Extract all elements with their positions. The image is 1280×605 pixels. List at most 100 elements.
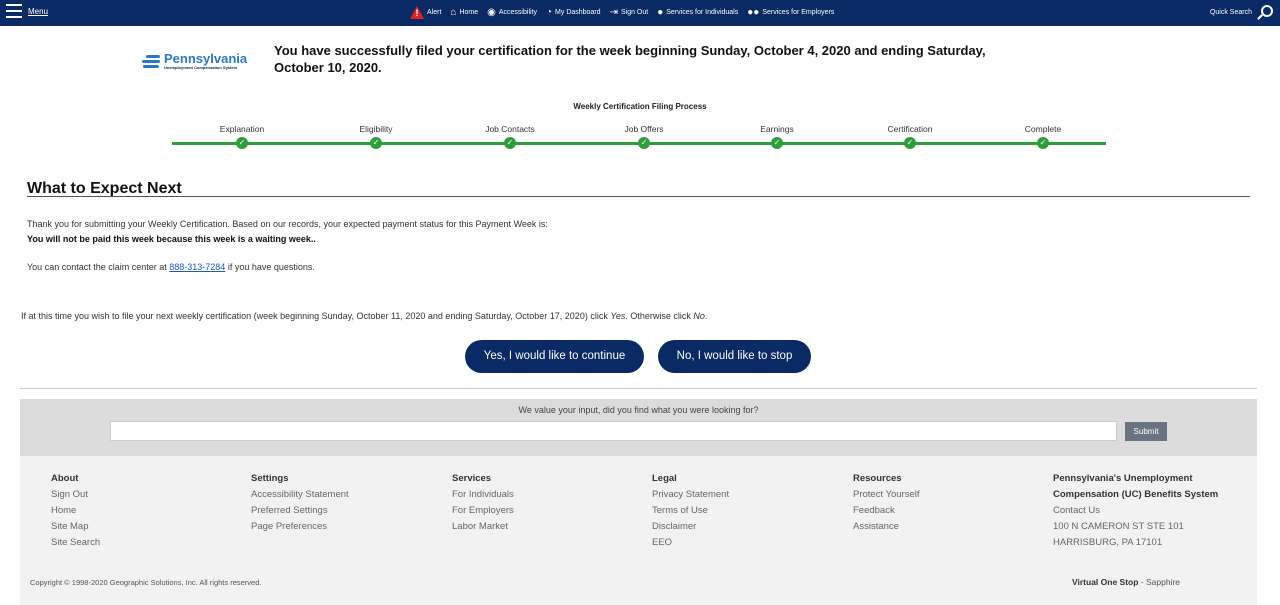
search-icon bbox=[1258, 5, 1273, 19]
footer-link-site-map[interactable]: Site Map bbox=[51, 519, 100, 535]
nav-home[interactable]: ⌂ Home bbox=[450, 6, 478, 18]
footer-address-city: HARRISBURG, PA 17101 bbox=[1053, 537, 1163, 548]
footer-link-employers[interactable]: For Employers bbox=[452, 503, 514, 519]
check-icon: ✓ bbox=[638, 137, 650, 149]
footer-address-street: 100 N CAMERON ST STE 101 bbox=[1053, 521, 1184, 532]
nav-individuals-label: Services for Individuals bbox=[666, 9, 739, 16]
footer-link-individuals[interactable]: For Individuals bbox=[452, 487, 514, 503]
footer-system: Pennsylvania's Unemployment Compensation… bbox=[1053, 471, 1225, 551]
submit-button[interactable]: Submit bbox=[1125, 422, 1167, 441]
continue-button[interactable]: Yes, I would like to continue bbox=[465, 340, 644, 373]
progress-step-label: Job Contacts bbox=[485, 124, 535, 134]
progress-step-label: Explanation bbox=[219, 124, 265, 134]
check-icon: ✓ bbox=[504, 137, 516, 149]
accessibility-icon: ◉ bbox=[487, 6, 496, 18]
footer-heading: Settings bbox=[251, 473, 289, 484]
nav-accessibility[interactable]: ◉ Accessibility bbox=[487, 6, 537, 18]
footer-link-preferred-settings[interactable]: Preferred Settings bbox=[251, 503, 349, 519]
progress-step-label: Earnings bbox=[760, 124, 794, 134]
footer-link-contact-us[interactable]: Contact Us bbox=[1053, 503, 1225, 519]
quick-search-label: Quick Search bbox=[1209, 8, 1252, 16]
nav-individuals[interactable]: ● Services for Individuals bbox=[657, 6, 739, 18]
process-title: Weekly Certification Filing Process bbox=[573, 102, 707, 111]
progress-step-label: Eligibility bbox=[359, 124, 393, 134]
person-icon: ● bbox=[657, 6, 664, 18]
copyright: Copyright © 1998-2020 Geographic Solutio… bbox=[30, 578, 262, 587]
nav-alert[interactable]: ! Alert bbox=[410, 6, 441, 19]
footer-services: Services For Individuals For Employers L… bbox=[452, 471, 514, 535]
footer-settings: Settings Accessibility Statement Preferr… bbox=[251, 471, 349, 535]
footer-heading: Resources bbox=[853, 473, 902, 484]
check-icon: ✓ bbox=[1037, 137, 1049, 149]
nav-dashboard[interactable]: ◔ My Dashboard bbox=[546, 7, 601, 18]
footer-link-labor-market[interactable]: Labor Market bbox=[452, 519, 514, 535]
footer-link-privacy[interactable]: Privacy Statement bbox=[652, 487, 729, 503]
contact-text: You can contact the claim center at 888-… bbox=[27, 262, 315, 272]
nav-employers[interactable]: ●● Services for Employers bbox=[747, 6, 835, 18]
next-pre: If at this time you wish to file your ne… bbox=[21, 311, 611, 321]
feedback-bar: We value your input, did you find what y… bbox=[20, 399, 1257, 456]
page-title: You have successfully filed your certifi… bbox=[274, 43, 986, 75]
nav-sign-out[interactable]: ⇥ Sign Out bbox=[609, 6, 649, 18]
quick-search[interactable]: Quick Search bbox=[1209, 5, 1273, 19]
footer-legal: Legal Privacy Statement Terms of Use Dis… bbox=[652, 471, 729, 551]
logo-subtitle: Unemployment Compensation System bbox=[164, 65, 238, 70]
footer-heading: Pennsylvania's Unemployment Compensation… bbox=[1053, 473, 1219, 500]
virtual-one-stop-brand: Virtual One Stop - Sapphire bbox=[1072, 577, 1180, 587]
top-nav-bar: Menu ! Alert ⌂ Home ◉ Accessibility ◔ My… bbox=[0, 0, 1280, 26]
payment-status: You will not be paid this week because t… bbox=[27, 234, 316, 244]
footer-link-accessibility[interactable]: Accessibility Statement bbox=[251, 487, 349, 503]
pennsylvania-logo[interactable]: Pennsylvania Unemployment Compensation S… bbox=[142, 52, 247, 71]
footer-link-feedback[interactable]: Feedback bbox=[853, 503, 920, 519]
progress-step-label: Job Offers bbox=[624, 124, 664, 134]
stop-button[interactable]: No, I would like to stop bbox=[658, 340, 811, 373]
feedback-input[interactable] bbox=[110, 421, 1117, 441]
footer-heading: About bbox=[51, 473, 79, 484]
progress-step-label: Certification bbox=[887, 124, 933, 134]
check-icon: ✓ bbox=[771, 137, 783, 149]
no-word: No bbox=[693, 311, 705, 321]
progress-step-label: Complete bbox=[1024, 124, 1062, 134]
content-divider bbox=[20, 388, 1257, 389]
logo-name: Pennsylvania bbox=[164, 51, 248, 66]
footer-link-eeo[interactable]: EEO bbox=[652, 535, 729, 551]
home-icon: ⌂ bbox=[450, 6, 457, 18]
footer-link-home[interactable]: Home bbox=[51, 503, 100, 519]
next-end: . bbox=[704, 311, 708, 321]
footer-link-terms[interactable]: Terms of Use bbox=[652, 503, 729, 519]
nav-accessibility-label: Accessibility bbox=[498, 9, 537, 16]
footer-link-disclaimer[interactable]: Disclaimer bbox=[652, 519, 729, 535]
check-icon: ✓ bbox=[236, 137, 248, 149]
feedback-question: We value your input, did you find what y… bbox=[518, 405, 759, 415]
vos-suffix: - Sapphire bbox=[1138, 577, 1181, 587]
submission-message: Thank you for submitting your Weekly Cer… bbox=[27, 219, 548, 229]
next-week-prompt: If at this time you wish to file your ne… bbox=[21, 311, 707, 321]
group-icon: ●● bbox=[747, 6, 760, 18]
footer-resources: Resources Protect Yourself Feedback Assi… bbox=[853, 471, 920, 535]
footer-link-sign-out[interactable]: Sign Out bbox=[51, 487, 100, 503]
footer-link-protect-yourself[interactable]: Protect Yourself bbox=[853, 487, 920, 503]
vos-brand: Virtual One Stop bbox=[1072, 577, 1139, 587]
hamburger-icon bbox=[6, 4, 22, 18]
footer-link-assistance[interactable]: Assistance bbox=[853, 519, 920, 535]
nav-sign-out-label: Sign Out bbox=[620, 9, 649, 16]
check-icon: ✓ bbox=[904, 137, 916, 149]
sign-out-icon: ⇥ bbox=[609, 6, 618, 18]
footer-about: About Sign Out Home Site Map Site Search bbox=[51, 471, 100, 551]
nav-employers-label: Services for Employers bbox=[762, 9, 835, 16]
contact-post: if you have questions. bbox=[225, 262, 315, 272]
check-icon: ✓ bbox=[370, 137, 382, 149]
footer-heading: Services bbox=[452, 473, 492, 484]
keystone-flag-icon bbox=[142, 54, 160, 70]
menu-button[interactable]: Menu bbox=[6, 4, 48, 18]
contact-pre: You can contact the claim center at bbox=[27, 262, 170, 272]
footer-link-page-preferences[interactable]: Page Preferences bbox=[251, 519, 349, 535]
footer-heading: Legal bbox=[652, 473, 677, 484]
phone-link[interactable]: 888-313-7284 bbox=[169, 262, 225, 272]
footer-link-site-search[interactable]: Site Search bbox=[51, 535, 100, 551]
nav-links: ! Alert ⌂ Home ◉ Accessibility ◔ My Dash… bbox=[410, 6, 834, 19]
site-footer: About Sign Out Home Site Map Site Search… bbox=[20, 456, 1257, 605]
nav-dashboard-label: My Dashboard bbox=[555, 9, 601, 16]
nav-alert-label: Alert bbox=[427, 9, 442, 16]
alert-icon: ! bbox=[410, 6, 424, 19]
